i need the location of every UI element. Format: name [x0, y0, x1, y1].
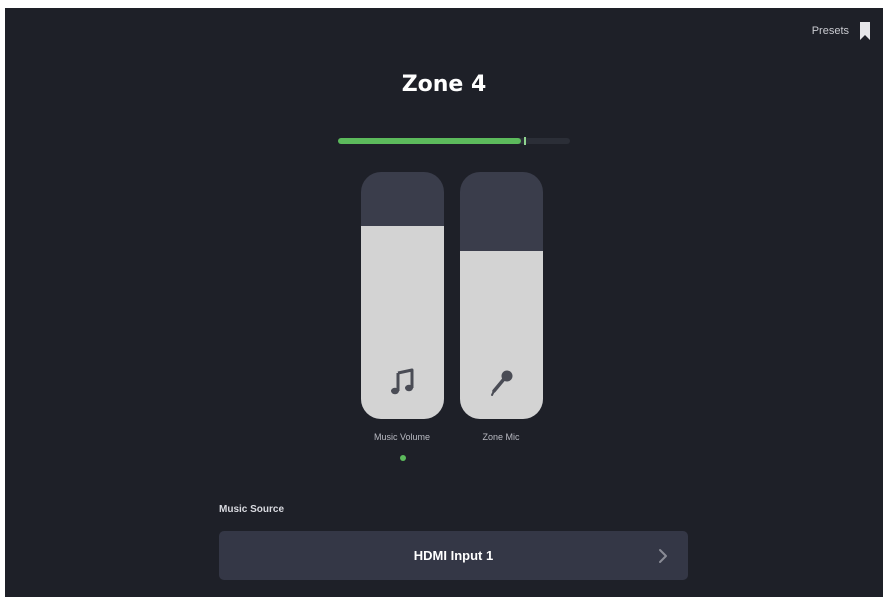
chevron-right-icon	[659, 549, 667, 563]
level-meter	[338, 137, 570, 145]
zone-control-screen: Presets Zone 4 Music Volume Zone Mic Mus…	[5, 8, 883, 597]
microphone-icon	[490, 370, 512, 396]
music-source-selector[interactable]: HDMI Input 1	[219, 531, 688, 580]
music-note-icon	[390, 368, 413, 395]
bookmark-icon	[860, 22, 870, 40]
zone-mic-label: Zone Mic	[482, 432, 520, 442]
zone-title: Zone 4	[401, 72, 487, 97]
music-volume-fader[interactable]	[361, 172, 444, 419]
music-source-value: HDMI Input 1	[413, 548, 494, 563]
zone-mic-fader[interactable]	[460, 172, 543, 419]
music-source-heading: Music Source	[219, 504, 285, 515]
music-volume-label: Music Volume	[373, 432, 431, 442]
page-indicator-dot	[400, 455, 406, 461]
level-peak-marker	[524, 137, 526, 145]
level-meter-fill	[338, 138, 521, 144]
presets-button[interactable]: Presets	[812, 22, 871, 40]
presets-label: Presets	[811, 25, 849, 37]
